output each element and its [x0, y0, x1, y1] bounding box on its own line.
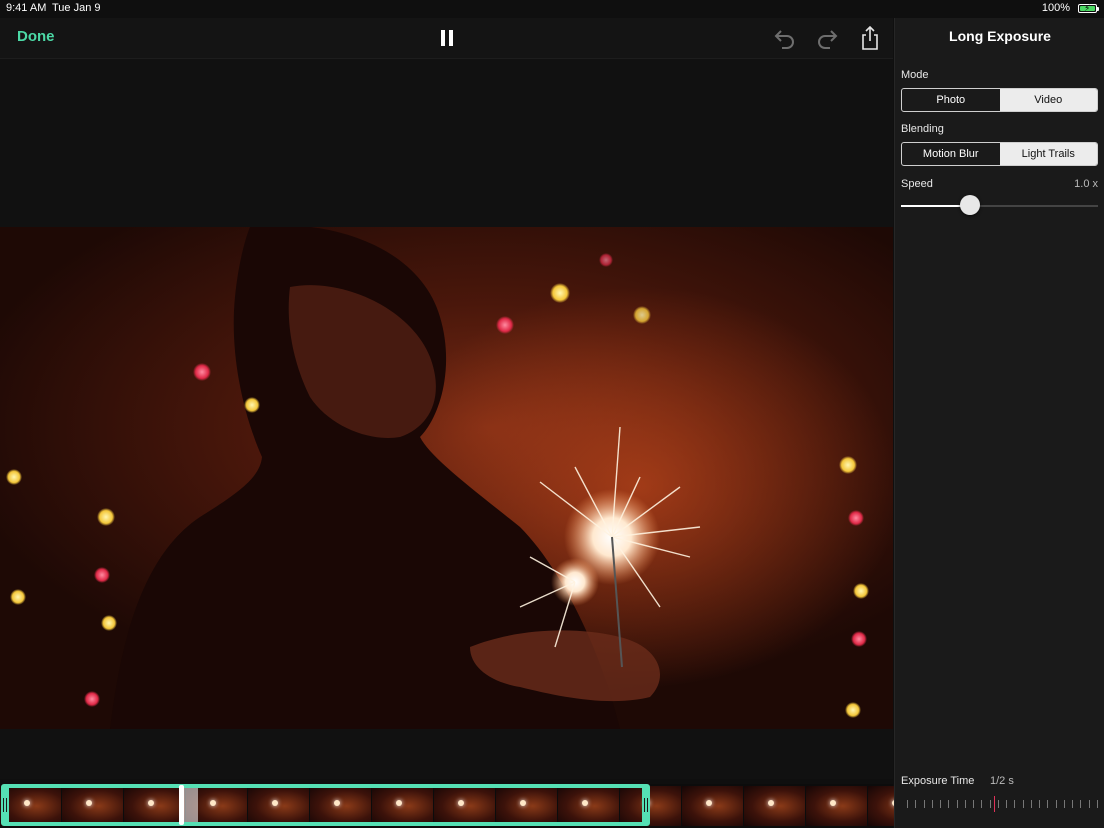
exposure-ruler-tick: [1089, 800, 1090, 808]
exposure-ruler-tick: [1039, 800, 1040, 808]
mode-photo-button[interactable]: Photo: [902, 89, 1000, 111]
speed-label: Speed: [901, 178, 933, 190]
exposure-ruler-tick: [1006, 800, 1007, 808]
exposure-ruler-tick: [1031, 800, 1032, 808]
mode-segmented-control: Photo Video: [901, 88, 1098, 112]
speed-value: 1.0 x: [1074, 178, 1098, 190]
exposure-ruler-tick: [981, 800, 982, 808]
mode-label: Mode: [901, 69, 929, 81]
exposure-time-label: Exposure Time: [901, 775, 975, 787]
blending-light-trails-button[interactable]: Light Trails: [999, 143, 1097, 165]
status-date: Tue Jan 9: [52, 2, 101, 14]
blending-segmented-control: Motion Blur Light Trails: [901, 142, 1098, 166]
exposure-time-value: 1/2 s: [990, 775, 1014, 787]
trim-handle-start[interactable]: [1, 788, 9, 822]
exposure-ruler-tick: [1014, 800, 1015, 808]
exposure-ruler-tick: [924, 800, 925, 808]
share-icon: [862, 26, 878, 50]
undo-icon: [774, 30, 794, 49]
exposure-ruler-tick: [990, 800, 991, 808]
undo-button[interactable]: [770, 24, 798, 52]
exposure-ruler-tick: [957, 800, 958, 808]
playhead[interactable]: [179, 785, 184, 825]
exposure-time-ruler[interactable]: [907, 796, 1098, 812]
exposure-ruler-tick: [915, 800, 916, 808]
filmstrip-frame: [806, 786, 868, 826]
playhead-shade: [182, 788, 198, 822]
exposure-ruler-tick: [948, 800, 949, 808]
status-time: 9:41 AM: [6, 2, 47, 14]
battery-percent: 100%: [1041, 2, 1070, 14]
done-button[interactable]: Done: [17, 28, 55, 45]
panel-title: Long Exposure: [949, 28, 1051, 44]
mode-video-button[interactable]: Video: [999, 89, 1097, 111]
timeline[interactable]: [0, 784, 930, 828]
filmstrip-frame: [744, 786, 806, 826]
trim-selection[interactable]: [1, 784, 650, 826]
exposure-ruler-tick: [1064, 800, 1065, 808]
redo-button[interactable]: [814, 24, 842, 52]
pause-button[interactable]: [433, 24, 461, 52]
share-button[interactable]: [856, 24, 884, 52]
trim-handle-end[interactable]: [642, 788, 650, 822]
exposure-ruler-tick: [907, 800, 908, 808]
exposure-ruler-tick: [1023, 800, 1024, 808]
exposure-ruler-tick: [1080, 800, 1081, 808]
exposure-ruler-tick: [998, 800, 999, 808]
redo-icon: [818, 30, 838, 49]
video-frame-image: [6, 227, 893, 729]
exposure-ruler-tick: [940, 800, 941, 808]
exposure-ruler-tick: [1056, 800, 1057, 808]
exposure-ruler-tick: [1072, 800, 1073, 808]
exposure-ruler-tick: [1097, 800, 1098, 808]
video-preview[interactable]: [0, 227, 893, 729]
exposure-ruler-tick: [932, 800, 933, 808]
pause-icon: [441, 30, 453, 46]
exposure-ruler-tick: [973, 800, 974, 808]
long-exposure-panel: Long Exposure Mode Photo Video Blending …: [894, 18, 1104, 828]
editor-toolbar: Done: [0, 18, 893, 59]
exposure-ruler-tick: [965, 800, 966, 808]
exposure-ruler-marker[interactable]: [994, 796, 995, 812]
exposure-ruler-tick: [1047, 800, 1048, 808]
speed-slider[interactable]: [901, 195, 1098, 215]
filmstrip-frame: [682, 786, 744, 826]
video-canvas: [0, 59, 893, 779]
speed-slider-thumb[interactable]: [960, 195, 980, 215]
status-bar: 9:41 AM Tue Jan 9 100% ⚡: [0, 0, 1104, 18]
battery-icon: ⚡: [1078, 3, 1099, 13]
blending-motion-blur-button[interactable]: Motion Blur: [902, 143, 1000, 165]
blending-label: Blending: [901, 123, 944, 135]
